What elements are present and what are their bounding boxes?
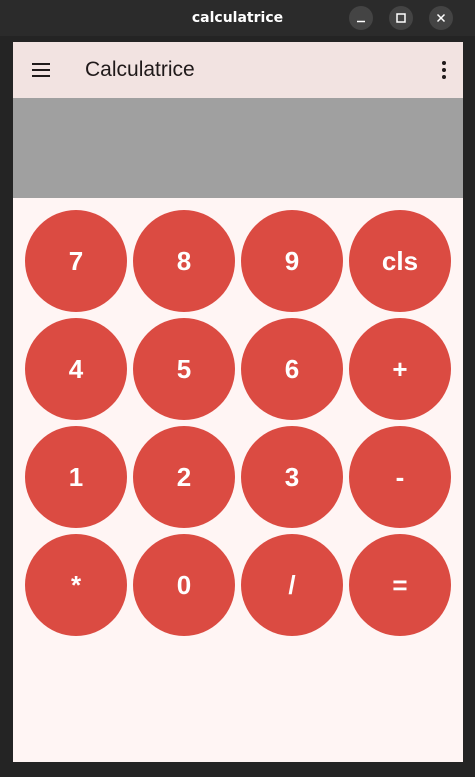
key-9[interactable]: 9 (241, 210, 343, 312)
key-multiply[interactable]: * (25, 534, 127, 636)
keypad: 7 8 9 cls 4 5 6 + 1 2 3 - * 0 / = (25, 210, 451, 636)
window-titlebar: calculatrice (0, 0, 475, 36)
key-divide[interactable]: / (241, 534, 343, 636)
close-button[interactable] (429, 6, 453, 30)
app-content: Calculatrice 7 8 9 cls 4 5 6 + 1 2 3 - *… (13, 42, 463, 762)
more-vert-icon[interactable] (431, 54, 457, 86)
menu-icon[interactable] (25, 54, 57, 86)
key-clear[interactable]: cls (349, 210, 451, 312)
key-plus[interactable]: + (349, 318, 451, 420)
key-1[interactable]: 1 (25, 426, 127, 528)
minimize-button[interactable] (349, 6, 373, 30)
key-minus[interactable]: - (349, 426, 451, 528)
maximize-button[interactable] (389, 6, 413, 30)
key-0[interactable]: 0 (133, 534, 235, 636)
page-title: Calculatrice (85, 58, 195, 81)
key-7[interactable]: 7 (25, 210, 127, 312)
maximize-icon (396, 13, 406, 23)
key-3[interactable]: 3 (241, 426, 343, 528)
app-window: calculatrice Calculatrice 7 8 9 cls 4 5 … (0, 0, 475, 777)
key-equals[interactable]: = (349, 534, 451, 636)
key-8[interactable]: 8 (133, 210, 235, 312)
key-2[interactable]: 2 (133, 426, 235, 528)
minimize-icon (357, 20, 365, 23)
key-4[interactable]: 4 (25, 318, 127, 420)
result-display (13, 98, 463, 198)
key-6[interactable]: 6 (241, 318, 343, 420)
app-bar: Calculatrice (13, 42, 463, 98)
key-5[interactable]: 5 (133, 318, 235, 420)
close-icon (436, 13, 446, 23)
